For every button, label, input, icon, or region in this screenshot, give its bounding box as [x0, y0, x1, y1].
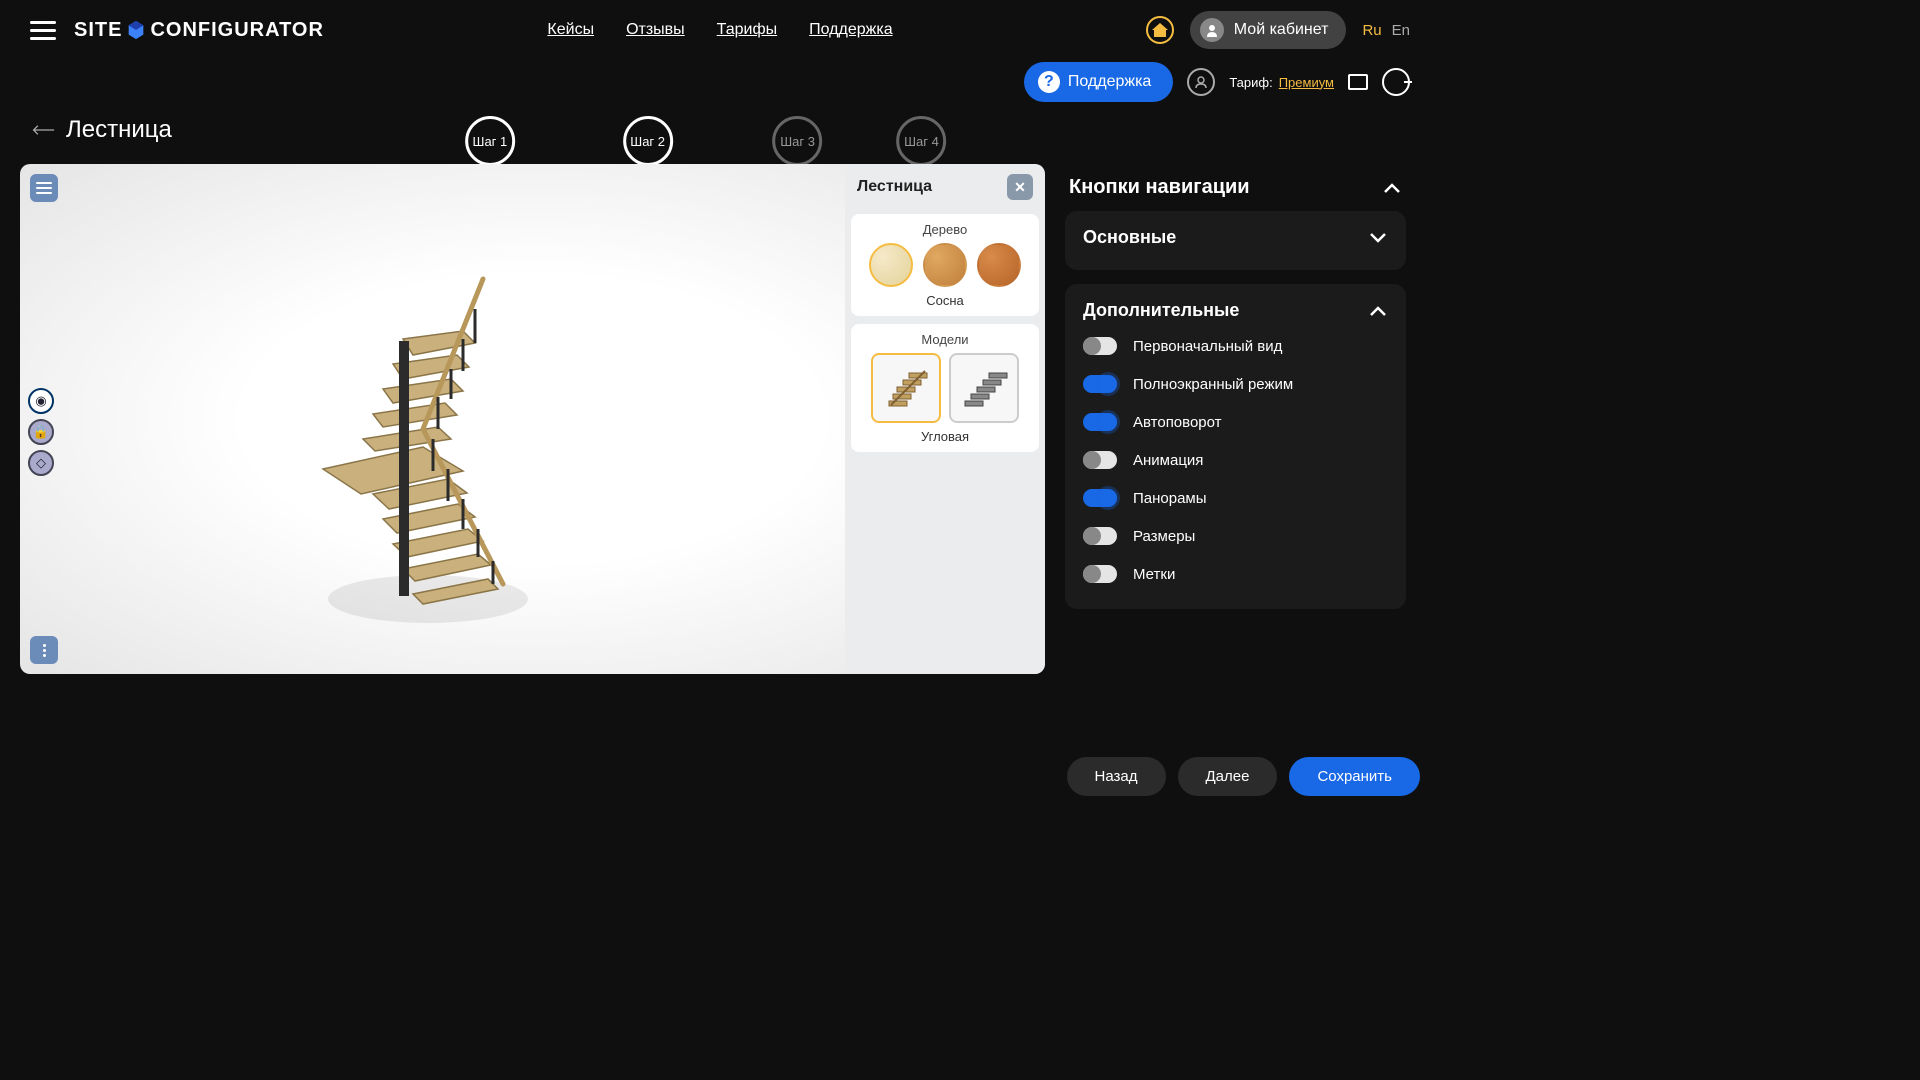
- step-badge: Шаг 3: [773, 116, 823, 166]
- account-button[interactable]: Мой кабинет: [1190, 11, 1347, 49]
- nav-cases[interactable]: Кейсы: [547, 21, 594, 39]
- question-icon: ?: [1038, 71, 1060, 93]
- page-title: Лестница: [66, 116, 172, 144]
- card-icon[interactable]: [1348, 74, 1368, 90]
- step-badge: Шаг 1: [465, 116, 515, 166]
- toggle-row: Автоповорот: [1083, 403, 1388, 441]
- basic-header[interactable]: Основные: [1083, 227, 1388, 248]
- step-badge: Шаг 2: [623, 116, 673, 166]
- toggle-label: Размеры: [1133, 528, 1195, 545]
- account-label: Мой кабинет: [1234, 21, 1329, 39]
- next-button[interactable]: Далее: [1178, 757, 1278, 796]
- user-icon[interactable]: [1187, 68, 1215, 96]
- lang-ru[interactable]: Ru: [1362, 22, 1381, 39]
- panel-title: Лестница: [857, 178, 932, 196]
- toggle-switch[interactable]: [1083, 375, 1117, 393]
- toggle-label: Анимация: [1133, 452, 1203, 469]
- material-value: Сосна: [859, 293, 1031, 308]
- toggle-row: Размеры: [1083, 517, 1388, 555]
- toggle-row: Полноэкранный режим: [1083, 365, 1388, 403]
- material-title: Дерево: [859, 222, 1031, 237]
- toggle-label: Метки: [1133, 566, 1175, 583]
- extras-header[interactable]: Дополнительные: [1083, 300, 1388, 321]
- step-badge: Шаг 4: [897, 116, 947, 166]
- logo: SITE CONFIGURATOR: [74, 19, 324, 42]
- swatch-pine[interactable]: [869, 243, 913, 287]
- toggle-label: Автоповорот: [1133, 414, 1222, 431]
- home-icon[interactable]: [1146, 16, 1174, 44]
- toggle-switch[interactable]: [1083, 565, 1117, 583]
- basic-title: Основные: [1083, 227, 1176, 248]
- lock-tool-icon[interactable]: 🔒: [28, 419, 54, 445]
- nav-btns-title: Кнопки навигации: [1069, 176, 1250, 199]
- extras-list: Первоначальный вид Полноэкранный режим Авт…: [1083, 327, 1388, 593]
- tariff-value[interactable]: Премиум: [1279, 75, 1334, 90]
- logo-icon: [125, 19, 147, 41]
- chevron-up-icon: [1382, 178, 1402, 198]
- toggle-switch[interactable]: [1083, 527, 1117, 545]
- model-angular[interactable]: [871, 353, 941, 423]
- material-section: Дерево Сосна: [851, 214, 1039, 316]
- toggle-switch[interactable]: [1083, 413, 1117, 431]
- staircase-model: [303, 189, 563, 629]
- tariff-label: Тариф:: [1229, 75, 1272, 90]
- chevron-down-icon: [1368, 228, 1388, 248]
- toggle-row: Панорамы: [1083, 479, 1388, 517]
- expand-tool-icon[interactable]: ◇: [28, 450, 54, 476]
- nav-reviews[interactable]: Отзывы: [626, 21, 685, 39]
- toggle-label: Панорамы: [1133, 490, 1207, 507]
- toggle-switch[interactable]: [1083, 337, 1117, 355]
- models-section: Модели Угловая: [851, 324, 1039, 452]
- hamburger-menu[interactable]: [30, 21, 56, 40]
- lang-en[interactable]: En: [1392, 22, 1410, 39]
- logo-text-1: SITE: [74, 19, 122, 42]
- avatar-icon: [1200, 18, 1224, 42]
- 3d-viewport[interactable]: ◉ 🔒 ◇: [20, 164, 1045, 674]
- extras-title: Дополнительные: [1083, 300, 1239, 321]
- toggle-row: Первоначальный вид: [1083, 327, 1388, 365]
- toggle-label: Первоначальный вид: [1133, 338, 1282, 355]
- chevron-up-icon: [1368, 301, 1388, 321]
- viewport-more-icon[interactable]: [30, 636, 58, 664]
- toggle-row: Анимация: [1083, 441, 1388, 479]
- models-title: Модели: [859, 332, 1031, 347]
- toggle-switch[interactable]: [1083, 489, 1117, 507]
- close-icon[interactable]: ✕: [1007, 174, 1033, 200]
- save-button[interactable]: Сохранить: [1289, 757, 1420, 796]
- model-straight[interactable]: [949, 353, 1019, 423]
- toggle-label: Полноэкранный режим: [1133, 376, 1293, 393]
- back-arrow-icon[interactable]: [30, 124, 56, 136]
- support-label: Поддержка: [1068, 73, 1151, 91]
- toggle-row: Метки: [1083, 555, 1388, 593]
- nav-btns-header[interactable]: Кнопки навигации: [1065, 164, 1406, 211]
- nav-support[interactable]: Поддержка: [809, 21, 892, 39]
- nav-tariffs[interactable]: Тарифы: [717, 21, 777, 39]
- support-button[interactable]: ? Поддержка: [1024, 62, 1173, 102]
- orbit-tool-icon[interactable]: ◉: [28, 388, 54, 414]
- logout-icon[interactable]: [1382, 68, 1410, 96]
- viewport-menu-icon[interactable]: [30, 174, 58, 202]
- logo-text-2: CONFIGURATOR: [150, 19, 323, 42]
- swatch-oak[interactable]: [923, 243, 967, 287]
- model-value: Угловая: [859, 429, 1031, 444]
- back-button[interactable]: Назад: [1067, 757, 1166, 796]
- tariff-info: Тариф: Премиум: [1229, 75, 1334, 90]
- swatch-walnut[interactable]: [977, 243, 1021, 287]
- toggle-switch[interactable]: [1083, 451, 1117, 469]
